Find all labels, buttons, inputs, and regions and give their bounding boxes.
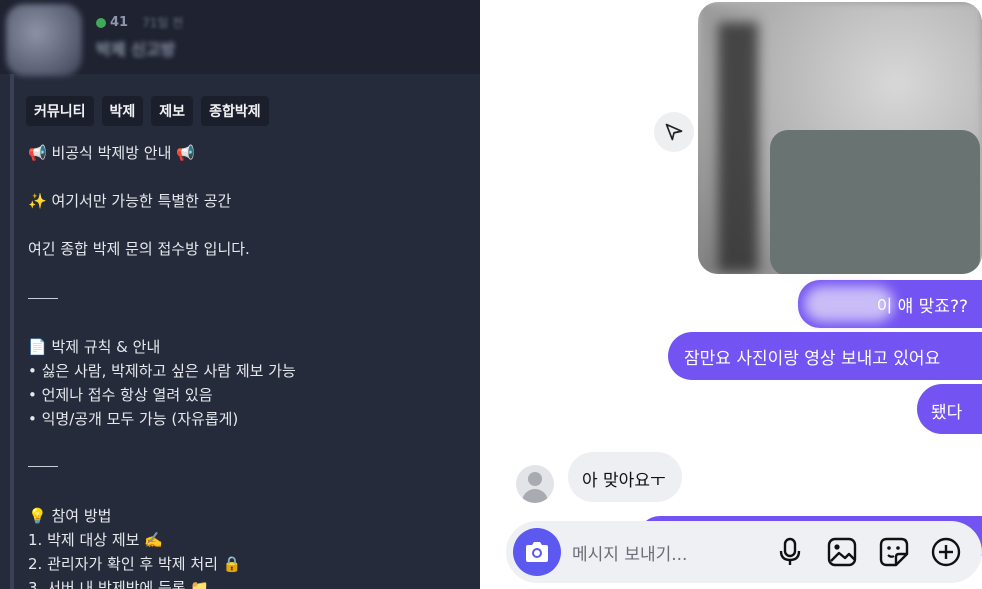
step-2: 2. 관리자가 확인 후 박제 처리 🔒 [28, 555, 242, 573]
post-header: 41 71일 전 박제 신고방 [0, 0, 480, 76]
camera-icon [526, 542, 548, 562]
photo-redacted-area [770, 130, 980, 274]
microphone-button[interactable] [774, 536, 806, 568]
rules-header: 📄 박제 규칙 & 안내 [28, 338, 161, 356]
outgoing-message-1-text: 이 얘 맞죠?? [876, 297, 968, 317]
notice-intro: 여긴 종합 박제 문의 접수방 입니다. [28, 240, 250, 258]
tag-general-bakje[interactable]: 종합박제 [201, 96, 269, 126]
divider-2 [28, 466, 58, 467]
blurred-avatar [6, 4, 82, 76]
tag-report[interactable]: 제보 [151, 96, 194, 126]
rule-1: • 싫은 사람, 박제하고 싶은 사람 제보 가능 [28, 362, 296, 380]
tag-bakje[interactable]: 박제 [101, 96, 144, 126]
avatar-body [522, 489, 548, 503]
share-icon [665, 123, 683, 141]
outgoing-message-3[interactable]: 됐다 [917, 384, 982, 434]
notice-special: ✨ 여기서만 가능한 특별한 공간 [28, 192, 232, 210]
notice-title: 📢 비공식 박제방 안내 📢 [28, 144, 195, 162]
plus-icon [931, 537, 961, 567]
rule-3: • 익명/공개 모두 가능 (자유롭게) [28, 410, 239, 428]
shared-photo[interactable] [698, 2, 982, 274]
post-time: 71일 전 [142, 16, 184, 30]
outgoing-message-1[interactable]: 이 얘 맞죠?? [798, 280, 982, 328]
gallery-button[interactable] [826, 536, 858, 568]
sticker-button[interactable] [878, 536, 910, 568]
image-icon [827, 537, 857, 567]
microphone-icon [779, 537, 801, 565]
rule-2: • 언제나 접수 항상 열려 있음 [28, 386, 213, 404]
quote-bar [10, 74, 14, 589]
blurred-channel-name: 박제 신고방 [96, 40, 176, 59]
camera-button[interactable] [513, 528, 561, 576]
tag-list: 커뮤니티 박제 제보 종합박제 [26, 96, 269, 126]
step-3: 3. 서버 내 박제방에 등록 📁 [28, 579, 210, 589]
divider-1 [28, 298, 58, 299]
community-chat-panel: 41 71일 전 박제 신고방 커뮤니티 박제 제보 종합박제 📢 비공식 박제… [0, 0, 480, 589]
online-dot-icon [96, 17, 106, 28]
sender-avatar[interactable] [516, 465, 554, 503]
more-button[interactable] [930, 536, 962, 568]
message-composer: 메시지 보내기... [506, 521, 982, 583]
online-count: 41 [110, 15, 129, 30]
photo-dark-edge [718, 22, 758, 272]
incoming-message[interactable]: 아 맞아요ㅜ [568, 452, 682, 502]
outgoing-message-2[interactable]: 잠만요 사진이랑 영상 보내고 있어요 [668, 332, 982, 380]
message-input[interactable]: 메시지 보내기... [572, 540, 687, 565]
share-button[interactable] [654, 112, 694, 152]
online-indicator: 41 71일 전 [96, 14, 183, 31]
step-1: 1. 박제 대상 제보 ✍️ [28, 531, 163, 549]
how-header: 💡 참여 방법 [28, 507, 112, 525]
avatar-head [528, 472, 542, 486]
tag-community[interactable]: 커뮤니티 [26, 96, 94, 126]
sticker-icon [879, 537, 909, 567]
dm-conversation-panel: 이 얘 맞죠?? 잠만요 사진이랑 영상 보내고 있어요 됐다 아 맞아요ㅜ 메… [480, 0, 982, 589]
